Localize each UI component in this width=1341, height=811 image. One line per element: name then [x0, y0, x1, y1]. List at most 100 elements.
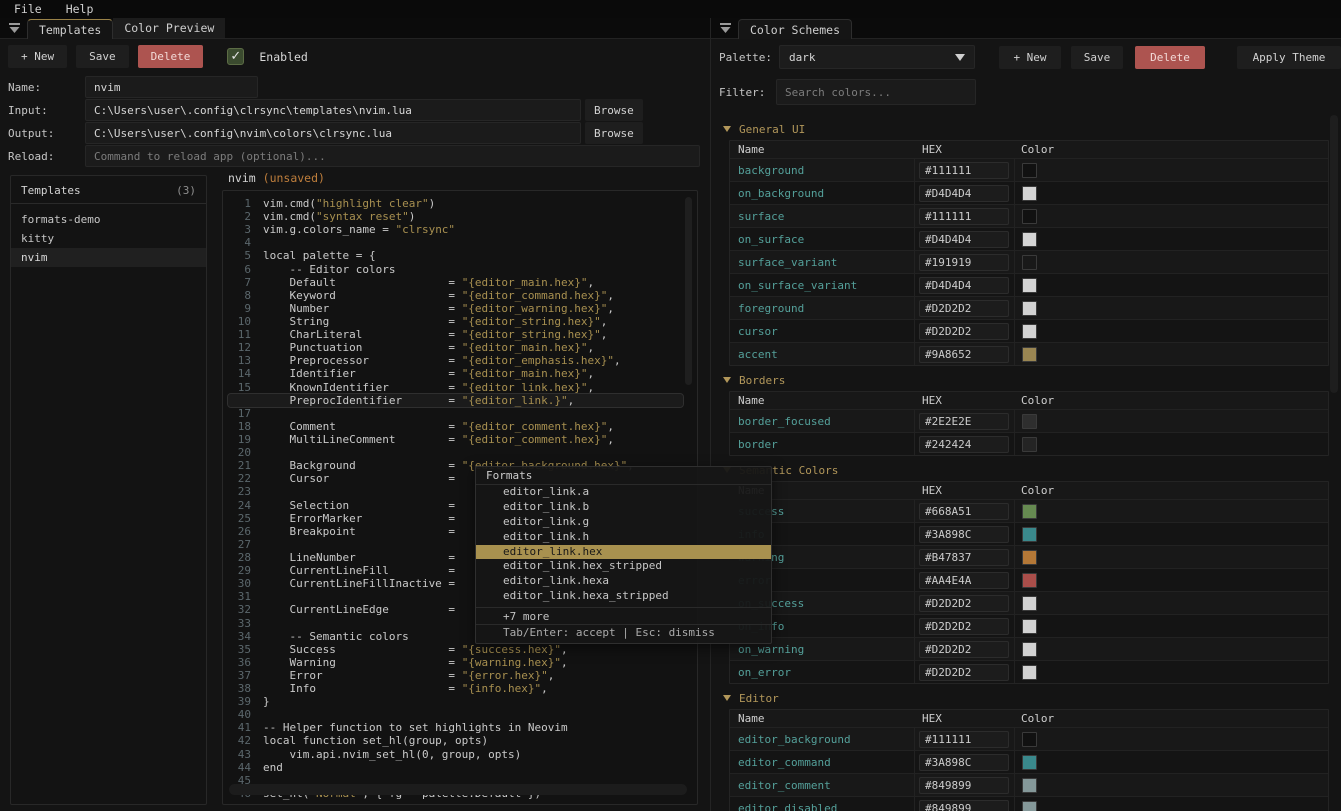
enabled-checkbox[interactable]: ✓: [227, 48, 244, 65]
code-line[interactable]: 40: [223, 708, 697, 721]
color-swatch[interactable]: [1022, 347, 1037, 362]
hex-field[interactable]: #3A898C: [919, 526, 1009, 543]
code-line[interactable]: 1vim.cmd("highlight clear"): [223, 197, 697, 210]
hex-field[interactable]: #D2D2D2: [919, 641, 1009, 658]
hex-field[interactable]: #9A8652: [919, 346, 1009, 363]
color-swatch[interactable]: [1022, 186, 1037, 201]
code-line[interactable]: PreprocIdentifier = "{editor_link.}",: [228, 394, 683, 407]
color-row[interactable]: surface#111111: [730, 204, 1328, 227]
code-line[interactable]: 44end: [223, 761, 697, 774]
tab-templates[interactable]: Templates: [27, 19, 113, 39]
color-row[interactable]: editor_command#3A898C: [730, 750, 1328, 773]
color-row[interactable]: editor_comment#849899: [730, 773, 1328, 796]
new-palette-button[interactable]: + New: [999, 46, 1061, 69]
color-swatch[interactable]: [1022, 550, 1037, 565]
code-line[interactable]: 2vim.cmd("syntax reset"): [223, 210, 697, 223]
color-swatch[interactable]: [1022, 755, 1037, 770]
popup-item[interactable]: editor_link.hexa: [476, 574, 771, 589]
color-swatch[interactable]: [1022, 437, 1037, 452]
color-row[interactable]: on_warning#D2D2D2: [730, 637, 1328, 660]
code-line[interactable]: 9 Number = "{editor_warning.hex}",: [223, 302, 697, 315]
hex-field[interactable]: #D2D2D2: [919, 300, 1009, 317]
color-row[interactable]: on_info#D2D2D2: [730, 614, 1328, 637]
code-line[interactable]: 38 Info = "{info.hex}",: [223, 682, 697, 695]
hex-field[interactable]: #AA4E4A: [919, 572, 1009, 589]
collapse-panel-icon[interactable]: [9, 23, 20, 33]
color-row[interactable]: border#242424: [730, 432, 1328, 455]
code-line[interactable]: 36 Warning = "{warning.hex}",: [223, 656, 697, 669]
color-row[interactable]: info#3A898C: [730, 522, 1328, 545]
color-row[interactable]: accent#9A8652: [730, 342, 1328, 365]
list-item[interactable]: formats-demo: [11, 210, 206, 229]
code-line[interactable]: 4: [223, 236, 697, 249]
color-swatch[interactable]: [1022, 801, 1037, 811]
popup-item[interactable]: editor_link.b: [476, 500, 771, 515]
apply-theme-button[interactable]: Apply Theme: [1237, 46, 1341, 69]
code-line[interactable]: 35 Success = "{success.hex}",: [223, 643, 697, 656]
palette-select[interactable]: dark: [779, 45, 975, 69]
popup-item[interactable]: editor_link.h: [476, 530, 771, 545]
popup-item[interactable]: editor_link.a: [476, 485, 771, 500]
horizontal-scrollbar[interactable]: [229, 784, 687, 795]
list-item[interactable]: kitty: [11, 229, 206, 248]
color-swatch[interactable]: [1022, 232, 1037, 247]
code-line[interactable]: 10 String = "{editor_string.hex}",: [223, 315, 697, 328]
color-filter-input[interactable]: [776, 79, 976, 105]
color-row[interactable]: warning#B47837: [730, 545, 1328, 568]
popup-more[interactable]: +7 more: [476, 607, 771, 624]
section-header[interactable]: Borders: [723, 373, 1341, 387]
color-swatch[interactable]: [1022, 573, 1037, 588]
popup-item[interactable]: editor_link.g: [476, 515, 771, 530]
color-row[interactable]: foreground#D2D2D2: [730, 296, 1328, 319]
hex-field[interactable]: #3A898C: [919, 754, 1009, 771]
hex-field[interactable]: #849899: [919, 800, 1009, 811]
hex-field[interactable]: #B47837: [919, 549, 1009, 566]
color-swatch[interactable]: [1022, 255, 1037, 270]
hex-field[interactable]: #849899: [919, 777, 1009, 794]
color-row[interactable]: surface_variant#191919: [730, 250, 1328, 273]
code-line[interactable]: 18 Comment = "{editor_comment.hex}",: [223, 420, 697, 433]
code-line[interactable]: 20: [223, 446, 697, 459]
code-line[interactable]: 7 Default = "{editor_main.hex}",: [223, 276, 697, 289]
color-swatch[interactable]: [1022, 642, 1037, 657]
code-line[interactable]: 43 vim.api.nvim_set_hl(0, group, opts): [223, 748, 697, 761]
color-row[interactable]: on_success#D2D2D2: [730, 591, 1328, 614]
color-swatch[interactable]: [1022, 301, 1037, 316]
color-row[interactable]: background#111111: [730, 158, 1328, 181]
code-line[interactable]: 11 CharLiteral = "{editor_string.hex}",: [223, 328, 697, 341]
code-line[interactable]: 6 -- Editor colors: [223, 263, 697, 276]
code-line[interactable]: 19 MultiLineComment = "{editor_comment.h…: [223, 433, 697, 446]
color-row[interactable]: on_error#D2D2D2: [730, 660, 1328, 683]
code-line[interactable]: 15 KnownIdentifier = "{editor_link.hex}"…: [223, 381, 697, 394]
code-line[interactable]: 12 Punctuation = "{editor_main.hex}",: [223, 341, 697, 354]
hex-field[interactable]: #D2D2D2: [919, 595, 1009, 612]
color-row[interactable]: cursor#D2D2D2: [730, 319, 1328, 342]
tab-color-preview[interactable]: Color Preview: [113, 18, 225, 38]
editor-vertical-scrollbar[interactable]: [685, 197, 692, 385]
hex-field[interactable]: #D4D4D4: [919, 231, 1009, 248]
color-swatch[interactable]: [1022, 778, 1037, 793]
delete-palette-button[interactable]: Delete: [1135, 46, 1205, 69]
hex-field[interactable]: #D4D4D4: [919, 185, 1009, 202]
color-swatch[interactable]: [1022, 278, 1037, 293]
color-row[interactable]: on_surface#D4D4D4: [730, 227, 1328, 250]
color-swatch[interactable]: [1022, 527, 1037, 542]
color-row[interactable]: on_background#D4D4D4: [730, 181, 1328, 204]
menubar-item-help[interactable]: Help: [66, 2, 94, 16]
color-row[interactable]: editor_disabled#849899: [730, 796, 1328, 811]
hex-field[interactable]: #D2D2D2: [919, 618, 1009, 635]
hex-field[interactable]: #2E2E2E: [919, 413, 1009, 430]
section-header[interactable]: Editor: [723, 691, 1341, 705]
browse-input-button[interactable]: Browse: [585, 99, 643, 121]
color-row[interactable]: success#668A51: [730, 499, 1328, 522]
hex-field[interactable]: #111111: [919, 162, 1009, 179]
hex-field[interactable]: #D2D2D2: [919, 323, 1009, 340]
hex-field[interactable]: #111111: [919, 731, 1009, 748]
section-header[interactable]: General UI: [723, 122, 1341, 136]
section-header[interactable]: Semantic Colors: [723, 463, 1341, 477]
code-line[interactable]: 3vim.g.colors_name = "clrsync": [223, 223, 697, 236]
color-row[interactable]: error#AA4E4A: [730, 568, 1328, 591]
color-swatch[interactable]: [1022, 324, 1037, 339]
output-path-field[interactable]: [85, 122, 581, 144]
color-row[interactable]: border_focused#2E2E2E: [730, 409, 1328, 432]
